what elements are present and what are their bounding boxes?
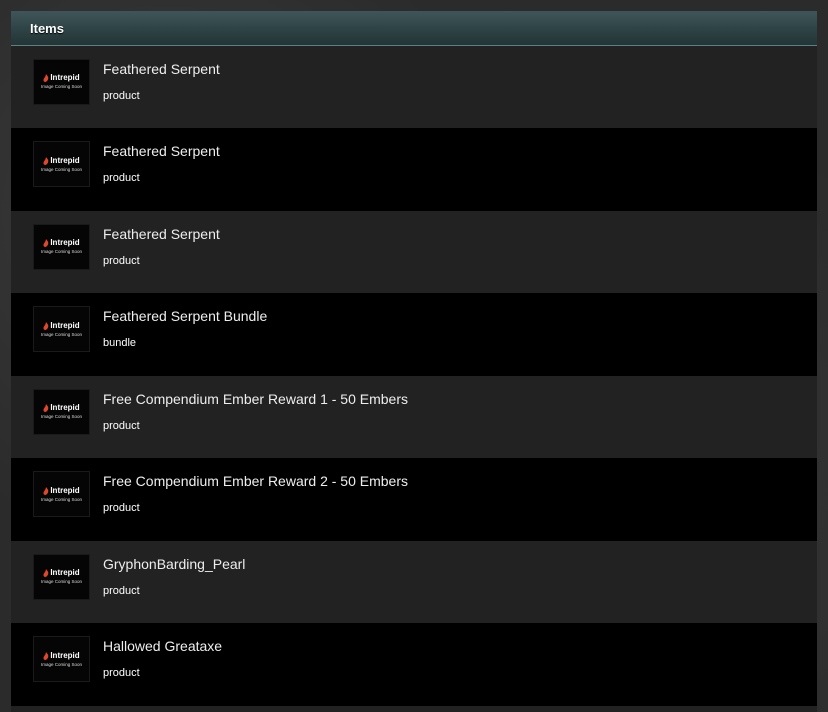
items-panel: Items Intrepid Image Coming Soon Feather…: [11, 11, 817, 712]
list-item[interactable]: Intrepid Image Coming Soon Hallowed Grea…: [11, 623, 817, 706]
thumbnail-caption: Image Coming Soon: [40, 414, 83, 419]
thumbnail-caption: Image Coming Soon: [40, 331, 83, 337]
panel-title: Items: [30, 20, 64, 36]
item-text: Feathered Serpent product: [103, 226, 220, 268]
item-name[interactable]: Feathered Serpent: [103, 61, 220, 77]
list-item[interactable]: Intrepid Image Coming Soon Feathered Ser…: [11, 293, 817, 376]
intrepid-logo: Intrepid: [43, 568, 80, 577]
flame-icon: [43, 569, 49, 577]
item-type: product: [103, 419, 140, 432]
thumbnail-caption: Image Coming Soon: [40, 496, 83, 502]
logo-text: Intrepid: [50, 238, 80, 247]
item-name[interactable]: Free Compendium Ember Reward 1 - 50 Embe…: [103, 391, 408, 407]
item-name[interactable]: Feathered Serpent: [103, 143, 220, 159]
logo-text: Intrepid: [50, 403, 80, 412]
intrepid-logo: Intrepid: [43, 73, 80, 83]
intrepid-logo: Intrepid: [43, 650, 80, 660]
item-type: bundle: [103, 337, 137, 350]
item-thumbnail: Intrepid Image Coming Soon: [33, 553, 90, 600]
item-text: Hallowed Greataxe product: [103, 638, 222, 680]
item-text: Feathered Serpent product: [103, 61, 220, 103]
flame-icon: [43, 239, 49, 247]
item-type: product: [103, 90, 140, 102]
item-name[interactable]: Free Compendium Ember Reward 2 - 50 Embe…: [103, 473, 408, 489]
intrepid-logo: Intrepid: [43, 155, 80, 165]
thumbnail-caption: Image Coming Soon: [40, 166, 83, 172]
item-type: product: [103, 667, 140, 680]
flame-icon: [43, 321, 49, 330]
item-thumbnail: Intrepid Image Coming Soon: [33, 306, 90, 353]
item-thumbnail: Intrepid Image Coming Soon: [33, 636, 90, 683]
item-thumbnail: Intrepid Image Coming Soon: [33, 141, 90, 188]
intrepid-logo: Intrepid: [43, 238, 80, 247]
logo-text: Intrepid: [50, 320, 80, 330]
logo-text: Intrepid: [50, 155, 80, 165]
flame-icon: [43, 404, 49, 412]
panel-header: Items: [11, 11, 817, 46]
flame-icon: [43, 651, 49, 660]
item-text: GryphonBarding_Pearl product: [103, 556, 245, 598]
intrepid-logo: Intrepid: [43, 320, 80, 330]
list-item[interactable]: Intrepid Image Coming Soon Free Compendi…: [11, 375, 817, 458]
intrepid-logo: Intrepid: [43, 403, 80, 412]
logo-text: Intrepid: [50, 650, 80, 660]
item-text: Feathered Serpent product: [103, 143, 220, 185]
item-type: product: [103, 502, 140, 515]
item-type: product: [103, 584, 140, 597]
flame-icon: [43, 156, 49, 165]
item-thumbnail: Intrepid Image Coming Soon: [33, 223, 90, 270]
item-name[interactable]: Hallowed Greataxe: [103, 638, 222, 654]
item-type: product: [103, 254, 140, 267]
intrepid-logo: Intrepid: [43, 485, 80, 495]
item-name[interactable]: GryphonBarding_Pearl: [103, 556, 245, 572]
thumbnail-caption: Image Coming Soon: [40, 249, 83, 254]
item-thumbnail: Intrepid Image Coming Soon: [33, 59, 90, 105]
list-item[interactable]: Intrepid Image Coming Soon Feathered Ser…: [11, 210, 817, 293]
thumbnail-caption: Image Coming Soon: [40, 579, 83, 584]
item-thumbnail: Intrepid Image Coming Soon: [33, 471, 90, 518]
item-type: product: [103, 172, 140, 185]
item-text: Free Compendium Ember Reward 1 - 50 Embe…: [103, 391, 408, 433]
list-item[interactable]: Intrepid Image Coming Soon GryphonBardin…: [11, 540, 817, 623]
logo-text: Intrepid: [50, 73, 80, 83]
flame-icon: [43, 74, 49, 83]
list-item[interactable]: Intrepid Image Coming Soon Feathered Ser…: [11, 46, 817, 128]
items-list: Intrepid Image Coming Soon Feathered Ser…: [11, 46, 817, 706]
item-text: Free Compendium Ember Reward 2 - 50 Embe…: [103, 473, 408, 515]
thumbnail-caption: Image Coming Soon: [40, 661, 83, 667]
list-item[interactable]: Intrepid Image Coming Soon Free Compendi…: [11, 458, 817, 541]
item-thumbnail: Intrepid Image Coming Soon: [33, 388, 90, 435]
logo-text: Intrepid: [50, 485, 80, 495]
thumbnail-caption: Image Coming Soon: [40, 84, 83, 90]
item-name[interactable]: Feathered Serpent Bundle: [103, 308, 267, 324]
item-text: Feathered Serpent Bundle bundle: [103, 308, 267, 350]
logo-text: Intrepid: [50, 568, 80, 577]
flame-icon: [43, 486, 49, 495]
item-name[interactable]: Feathered Serpent: [103, 226, 220, 242]
list-item[interactable]: Intrepid Image Coming Soon Feathered Ser…: [11, 128, 817, 211]
